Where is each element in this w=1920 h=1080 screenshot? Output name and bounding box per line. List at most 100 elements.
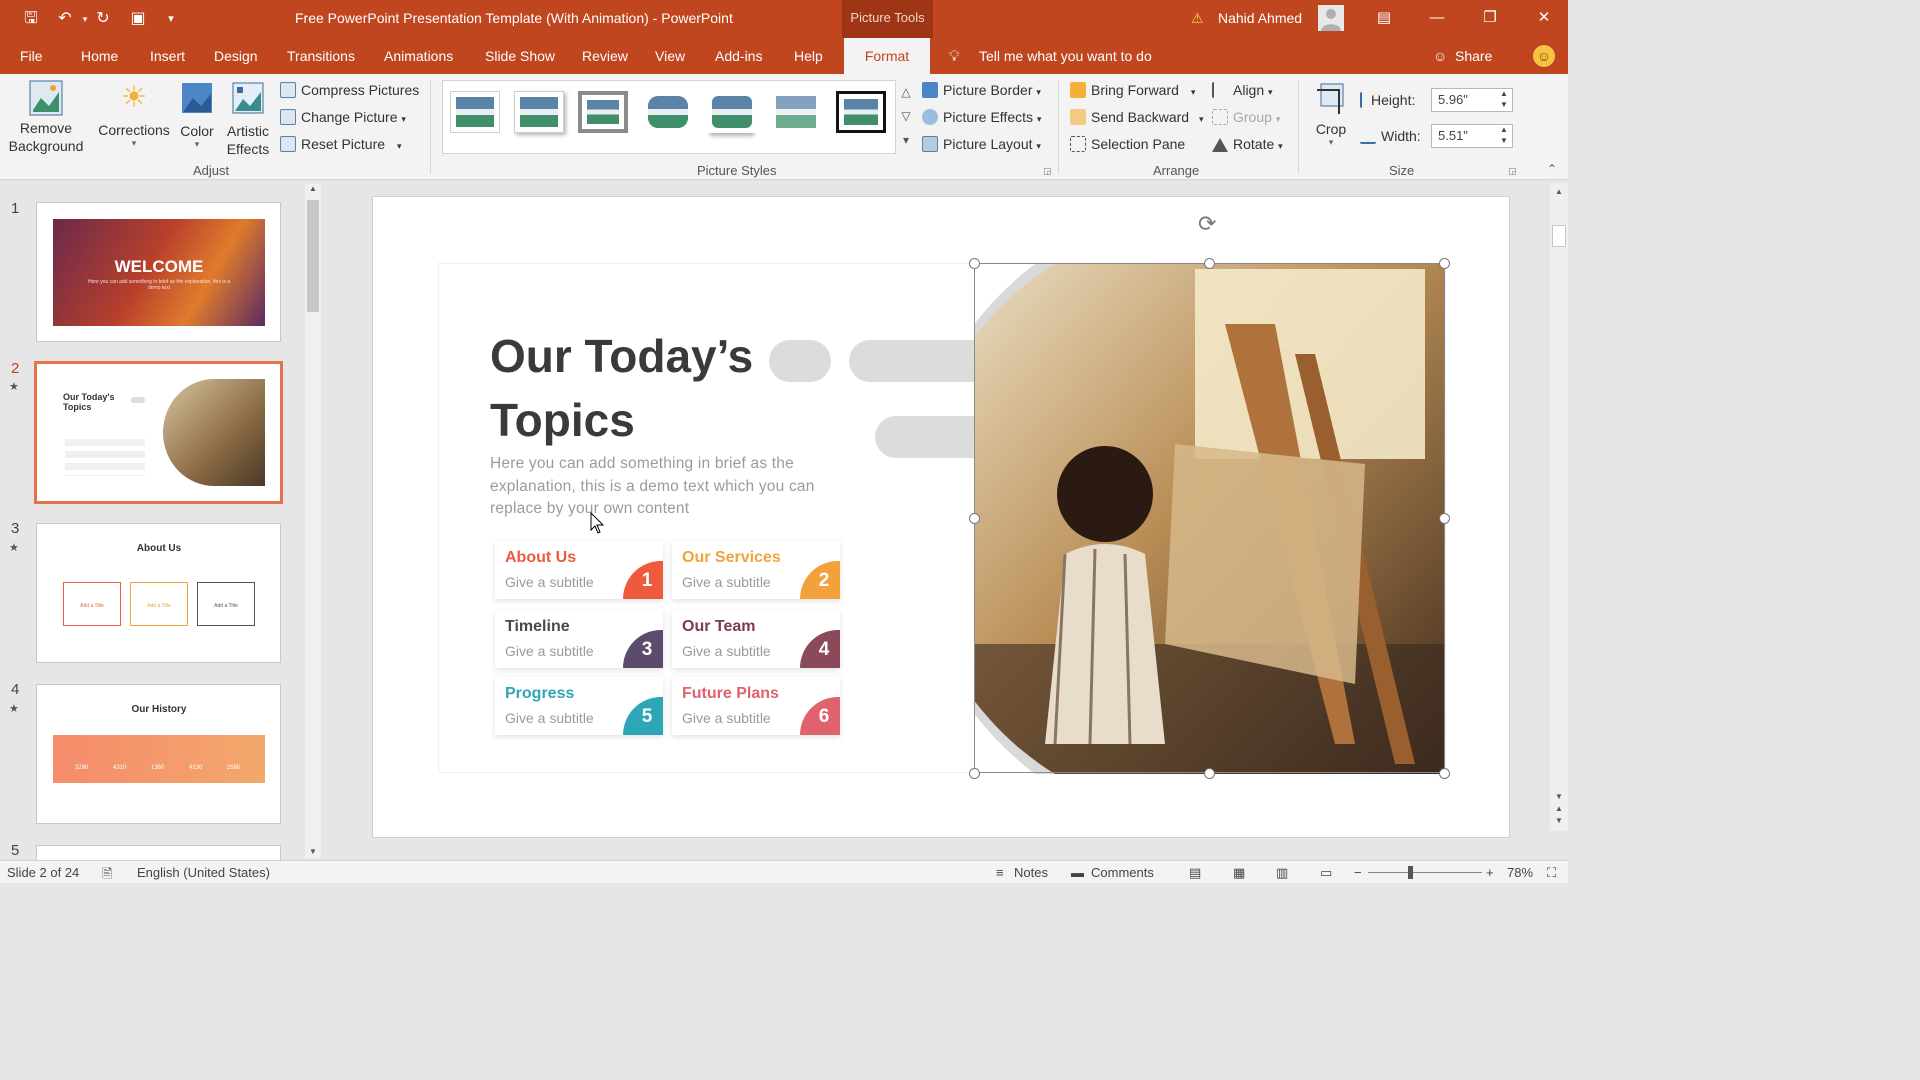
tab-format[interactable]: Format [844,38,930,75]
zoom-level[interactable]: 78% [1507,865,1533,880]
picture-style-6[interactable] [771,91,821,133]
align-button[interactable]: Align ▾ [1212,82,1273,98]
topic-card-our-team[interactable]: Our Team Give a subtitle 4 [672,610,840,668]
tab-animations[interactable]: Animations [384,48,453,64]
tab-review[interactable]: Review [582,48,628,64]
color-button[interactable]: Color ▾ [178,82,216,150]
user-name[interactable]: Nahid Ahmed [1218,10,1302,26]
fit-to-window-icon[interactable]: ⛶ [1547,865,1556,881]
panel-scrollbar[interactable]: ▲ ▼ [305,184,321,858]
resize-handle-top-left[interactable] [969,258,980,269]
tab-add-ins[interactable]: Add-ins [715,48,762,64]
picture-style-5[interactable] [707,91,757,133]
scroll-up-icon[interactable]: ▲ [305,184,321,193]
ribbon-display-options-icon[interactable]: ▤ [1368,4,1400,32]
bring-forward-button[interactable]: Bring Forward ▾ [1070,82,1195,98]
save-icon[interactable]: 🖫 [20,8,42,30]
resize-handle-bottom-left[interactable] [969,768,980,779]
topic-card-our-services[interactable]: Our Services Give a subtitle 2 [672,541,840,599]
slide-sorter-icon[interactable]: ▦ [1233,865,1245,881]
slide-thumbnail-3[interactable]: About Us Add a Title Add a Title Add a T… [36,523,281,663]
topic-card-progress[interactable]: Progress Give a subtitle 5 [495,677,663,735]
picture-style-3[interactable] [578,91,628,133]
scroll-up-icon[interactable]: ▲ [1550,187,1568,196]
resize-handle-left[interactable] [969,513,980,524]
zoom-slider[interactable] [1368,872,1482,873]
share-button[interactable]: Share [1455,48,1492,64]
topic-card-timeline[interactable]: Timeline Give a subtitle 3 [495,610,663,668]
resize-handle-top-right[interactable] [1439,258,1450,269]
change-picture-button[interactable]: Change Picture ▾ [280,109,406,125]
tab-insert[interactable]: Insert [150,48,185,64]
selection-pane-button[interactable]: Selection Pane [1070,136,1185,152]
tab-design[interactable]: Design [214,48,258,64]
tab-file[interactable]: File [20,48,43,64]
zoom-in-icon[interactable]: + [1486,865,1494,880]
rotate-handle-icon[interactable]: ⟳ [1198,211,1216,237]
canvas-scrollbar[interactable]: ▲ ▼ ▲ ▼ [1550,183,1568,831]
tell-me-search[interactable]: Tell me what you want to do [979,48,1152,64]
tab-view[interactable]: View [655,48,685,64]
smiley-feedback-icon[interactable]: ☺︎ [1533,45,1555,67]
picture-border-button[interactable]: Picture Border ▾ [922,82,1041,98]
scroll-thumb[interactable] [307,200,319,312]
slide-show-icon[interactable]: ▭ [1320,865,1332,881]
customize-toolbar-icon[interactable]: ▾ [160,8,182,30]
picture-effects-button[interactable]: Picture Effects ▾ [922,109,1041,125]
resize-handle-bottom-right[interactable] [1439,768,1450,779]
slide-thumbnail-4[interactable]: Our History 3290 4310 1360 4130 2580 [36,684,281,824]
minimize-icon[interactable]: — [1421,4,1453,32]
picture-style-4[interactable] [643,91,693,133]
group-button[interactable]: Group ▾ [1212,109,1280,125]
width-stepper[interactable]: ▲ ▼ [1500,124,1508,146]
resize-handle-top[interactable] [1204,258,1215,269]
language-indicator[interactable]: English (United States) [137,865,270,880]
slide-thumbnail-5[interactable] [36,845,281,860]
crop-button[interactable]: Crop ▾ [1308,82,1354,148]
spelling-icon[interactable]: 🖹︎ [102,865,112,887]
resize-handle-right[interactable] [1439,513,1450,524]
close-icon[interactable]: ✕ [1528,4,1560,32]
topic-card-future-plans[interactable]: Future Plans Give a subtitle 6 [672,677,840,735]
height-stepper[interactable]: ▲ ▼ [1500,88,1508,110]
reset-picture-button[interactable]: Reset Picture ▾ [280,136,401,152]
send-backward-button[interactable]: Send Backward ▾ [1070,109,1203,125]
zoom-slider-thumb[interactable] [1408,866,1413,879]
scroll-down-icon[interactable]: ▼ [305,847,321,856]
tab-slide-show[interactable]: Slide Show [485,48,555,64]
scroll-thumb[interactable] [1552,225,1566,247]
tab-home[interactable]: Home [81,48,118,64]
resize-handle-bottom[interactable] [1204,768,1215,779]
notes-button[interactable]: Notes [1014,865,1048,880]
warning-icon[interactable]: ⚠ [1191,10,1204,27]
tab-help[interactable]: Help [794,48,823,64]
scroll-down-icon[interactable]: ▼ ▲ ▼ [1550,791,1568,827]
avatar[interactable] [1318,5,1344,31]
comments-button[interactable]: Comments [1091,865,1154,880]
slide-thumbnail-2[interactable]: Our Today's Topics [34,361,283,504]
undo-icon[interactable]: ↶ [54,8,76,30]
slide-thumbnail-1[interactable]: WELCOME Here you can add something in br… [36,202,281,342]
gallery-scroll[interactable]: △ ▽ ▾ [896,80,916,154]
collapse-ribbon-icon[interactable]: ⌃ [1547,162,1557,176]
reading-view-icon[interactable]: ▥ [1276,865,1288,881]
restore-icon[interactable]: ❐ [1474,4,1506,32]
corrections-button[interactable]: ☀ Corrections ▾ [96,82,172,149]
picture-style-7[interactable] [836,91,886,133]
normal-view-icon[interactable]: ▤ [1189,865,1201,881]
picture-layout-button[interactable]: Picture Layout ▾ [922,136,1041,152]
compress-pictures-button[interactable]: Compress Pictures [280,82,419,98]
artistic-effects-button[interactable]: Artistic Effects [222,82,274,158]
topic-card-about-us[interactable]: About Us Give a subtitle 1 [495,541,663,599]
zoom-out-icon[interactable]: − [1354,865,1362,880]
picture-style-1[interactable] [450,91,500,133]
remove-background-button[interactable]: Remove Background [6,80,86,160]
tab-transitions[interactable]: Transitions [287,48,355,64]
rotate-button[interactable]: Rotate ▾ [1212,136,1283,152]
slide-body-text[interactable]: Here you can add something in brief as t… [490,453,850,521]
slide-title[interactable]: Our Today’s Topics [490,324,753,452]
dialog-launcher-icon[interactable]: ◲ [1508,166,1517,177]
dialog-launcher-icon[interactable]: ◲ [1043,166,1052,177]
picture-style-2[interactable] [514,91,564,133]
start-slideshow-icon[interactable]: ▣ [127,8,149,30]
